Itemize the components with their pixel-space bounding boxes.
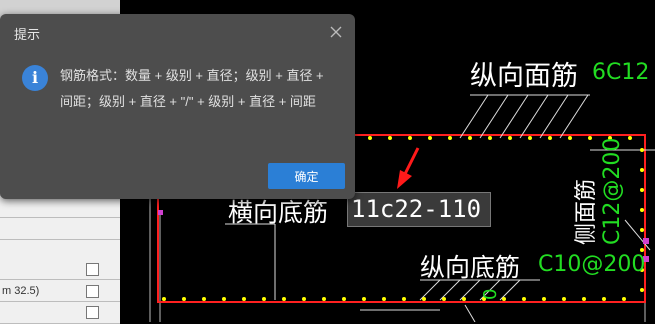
table-row (0, 258, 120, 280)
row-value-text: m 32.5) (2, 285, 40, 297)
top-rebar-label: 纵向面筋 (470, 61, 578, 92)
rebar-dot (408, 136, 412, 140)
pointer-arrow (402, 147, 420, 177)
rebar-dot (528, 136, 532, 140)
rebar-dot (368, 136, 372, 140)
rebar-dot (202, 297, 206, 301)
rebar-dot (628, 136, 632, 140)
rebar-dot (640, 288, 644, 292)
rebar-dot (362, 297, 366, 301)
rebar-dot (402, 297, 406, 301)
ok-button[interactable]: 确定 (268, 163, 345, 189)
rebar-dot (640, 228, 644, 232)
rebar-dot (622, 297, 626, 301)
rebar-dot (222, 297, 226, 301)
rebar-dot (242, 297, 246, 301)
side-rebar-value: C12@200 (600, 137, 625, 245)
table-row (0, 302, 120, 324)
bottom-rebar-value: C10@200 (538, 252, 646, 277)
rebar-dot (442, 297, 446, 301)
rebar-dot (342, 297, 346, 301)
rebar-dot (640, 208, 644, 212)
rebar-dot (468, 136, 472, 140)
rebar-dot (448, 136, 452, 140)
close-icon[interactable] (326, 22, 346, 42)
rebar-dot (568, 136, 572, 140)
rebar-dot (182, 297, 186, 301)
rebar-dot (602, 297, 606, 301)
arrow-head-icon (397, 170, 412, 189)
transverse-rebar-input[interactable]: 11c22-110 (351, 195, 481, 223)
info-icon: i (22, 65, 48, 91)
rebar-dot (508, 136, 512, 140)
row-checkbox[interactable] (86, 285, 99, 298)
rebar-dot (388, 136, 392, 140)
rebar-dot (422, 297, 426, 301)
rebar-dot (562, 297, 566, 301)
rebar-dot (640, 168, 644, 172)
rebar-dot (582, 297, 586, 301)
rebar-dot (548, 136, 552, 140)
rebar-inline-editor[interactable]: 11c22-110 (347, 192, 491, 227)
row-checkbox[interactable] (86, 263, 99, 276)
side-rebar-label: 侧面筋 (574, 178, 599, 245)
dialog-title: 提示 (14, 27, 41, 42)
rebar-dot (302, 297, 306, 301)
hint-dialog: 提示 i 钢筋格式：数量 + 级别 + 直径；级别 + 直径 + 间距；级别 +… (0, 14, 355, 199)
rebar-dot (322, 297, 326, 301)
rebar-dot (522, 297, 526, 301)
rebar-dot (488, 136, 492, 140)
rebar-dot (588, 136, 592, 140)
dialog-message: 钢筋格式：数量 + 级别 + 直径；级别 + 直径 + 间距；级别 + 直径 +… (60, 68, 324, 109)
rebar-dot (428, 136, 432, 140)
rebar-dot (502, 297, 506, 301)
top-rebar-value: 6C12 (592, 60, 650, 85)
rebar-dot (162, 297, 166, 301)
rebar-dot (262, 297, 266, 301)
bottom-rebar-label: 纵向底筋 (420, 253, 521, 282)
rebar-dot (640, 148, 644, 152)
table-row (0, 218, 120, 240)
rebar-dot (282, 297, 286, 301)
rebar-dot (640, 188, 644, 192)
rebar-dot (542, 297, 546, 301)
row-checkbox[interactable] (86, 306, 99, 319)
rebar-dot (382, 297, 386, 301)
rebar-dot (462, 297, 466, 301)
cut-label: 0 (480, 288, 501, 300)
table-row (0, 196, 120, 218)
